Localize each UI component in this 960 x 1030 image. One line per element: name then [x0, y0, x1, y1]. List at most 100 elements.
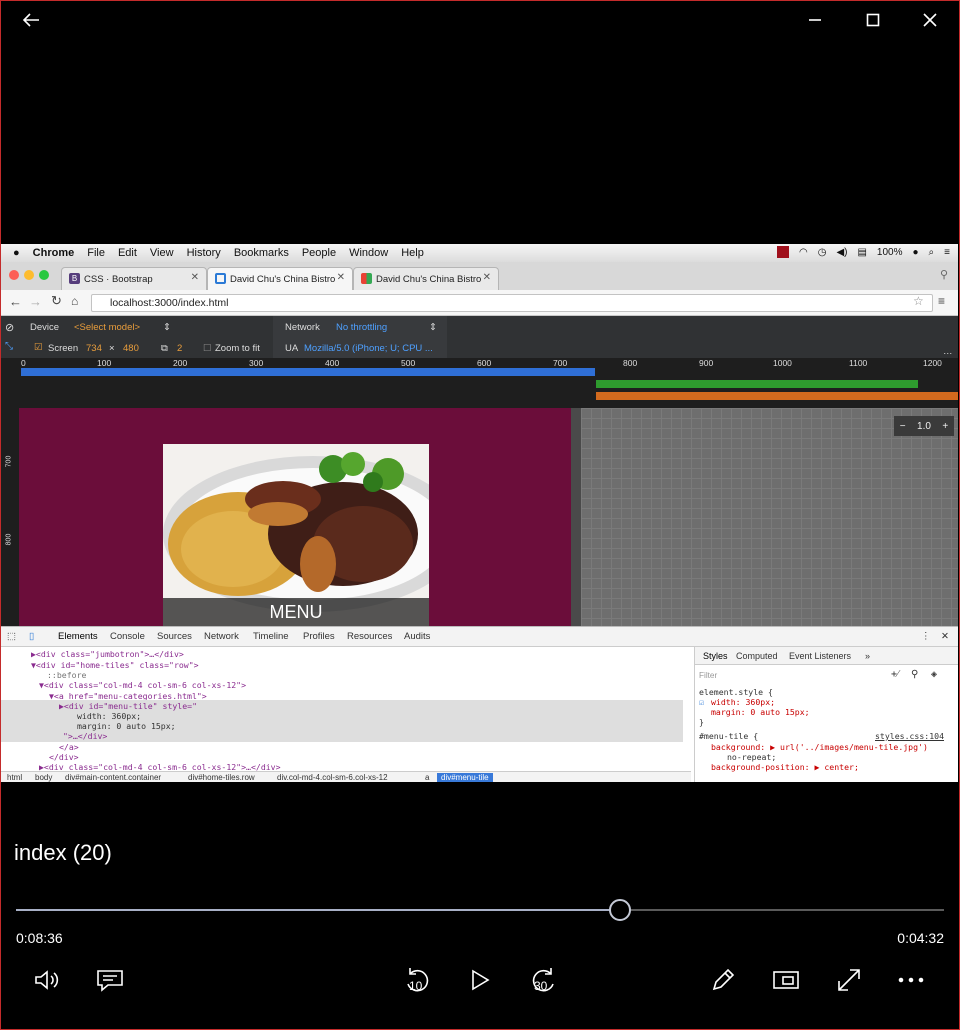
devtools-menu-icon[interactable]: ⋮ — [921, 631, 931, 642]
more-icon[interactable] — [893, 962, 929, 998]
css-rule-close: } — [699, 717, 704, 727]
tab-event-listeners[interactable]: Event Listeners — [789, 651, 851, 661]
tab-profiles[interactable]: Profiles — [303, 631, 335, 642]
zoom-out-button[interactable]: − — [900, 421, 906, 432]
css-property-editing[interactable]: margin: 0 auto 15px; — [711, 707, 810, 717]
styles-filter-input[interactable]: Filter — [699, 671, 717, 680]
more-emulation-icon[interactable]: … — [943, 346, 953, 357]
pin-icon[interactable]: ⚲ — [911, 669, 918, 680]
breadcrumb-item[interactable]: body — [35, 773, 52, 782]
css-property[interactable]: background: ▶ url('../images/menu-tile.j… — [711, 742, 928, 752]
zoom-to-fit-checkbox[interactable]: ☐ — [203, 343, 212, 354]
inspect-icon[interactable]: ⬚ — [7, 631, 16, 642]
dom-tree[interactable]: ▶<div class="jumbotron">…</div> ▼<div id… — [1, 647, 691, 772]
media-query-bar-green[interactable] — [596, 380, 918, 388]
breadcrumb-item[interactable]: div#home-tiles.row — [188, 773, 255, 782]
emulation-settings-icon[interactable]: ⤡ — [5, 341, 13, 352]
dom-node[interactable]: ▶<div class="jumbotron">…</div> — [31, 649, 184, 659]
tab-close-icon[interactable]: ✕ — [191, 272, 199, 283]
forward-icon[interactable]: → — [29, 294, 42, 309]
screen-checkbox[interactable]: ☑ — [34, 342, 43, 353]
more-tabs-icon[interactable]: » — [865, 651, 870, 661]
zoom-control[interactable]: − 1.0 + — [894, 416, 954, 436]
tab-styles[interactable]: Styles — [703, 651, 728, 661]
chrome-menu-icon[interactable]: ≡ — [938, 294, 945, 308]
breadcrumb-item[interactable]: html — [7, 773, 22, 782]
fullscreen-icon[interactable] — [831, 962, 867, 998]
breadcrumb-item[interactable]: div#main-content.container — [65, 773, 161, 782]
captions-icon[interactable] — [92, 962, 128, 998]
back-icon[interactable]: ← — [9, 294, 22, 309]
profile-icon[interactable]: ⚲ — [940, 268, 948, 281]
dom-node[interactable]: ">…</div> — [63, 731, 107, 741]
tab-resources[interactable]: Resources — [347, 631, 392, 642]
dom-node-selected[interactable]: ▶<div id="menu-tile" style=" — [59, 701, 197, 711]
tab-timeline[interactable]: Timeline — [253, 631, 289, 642]
emulated-page-viewport[interactable]: MENU — [19, 408, 571, 626]
seek-bar-thumb[interactable] — [609, 899, 631, 921]
tab-elements[interactable]: Elements — [58, 631, 98, 642]
resize-handle[interactable] — [571, 408, 581, 626]
dpr-input[interactable]: 2 — [177, 343, 182, 354]
reload-icon[interactable]: ↻ — [51, 293, 62, 309]
tab-close-icon[interactable]: ✕ — [337, 272, 345, 283]
zoom-in-button[interactable]: + — [942, 421, 948, 432]
css-property[interactable]: width: 360px; — [711, 697, 775, 707]
menu-tile-label[interactable]: MENU — [163, 598, 429, 626]
tab-audits[interactable]: Audits — [404, 631, 430, 642]
dom-node[interactable]: ▼<div id="home-tiles" class="row"> — [31, 660, 199, 670]
device-select[interactable]: <Select model> — [74, 322, 140, 333]
volume-icon[interactable] — [29, 962, 65, 998]
css-source-link[interactable]: styles.css:104 — [875, 731, 944, 741]
media-query-bar-blue[interactable] — [21, 368, 595, 376]
bookmark-star-icon[interactable]: ☆ — [913, 294, 924, 308]
network-select[interactable]: No throttling — [336, 322, 387, 333]
home-icon[interactable]: ⌂ — [71, 294, 78, 308]
seek-bar-progress — [16, 909, 620, 911]
tab-close-icon[interactable]: ✕ — [483, 272, 491, 283]
tab-console[interactable]: Console — [110, 631, 145, 642]
dropdown-chevron-icon: ⇕ — [163, 322, 171, 333]
breadcrumb-item-selected[interactable]: div#menu-tile — [437, 773, 493, 782]
tab-sources[interactable]: Sources — [157, 631, 192, 642]
skip-back-label: 10 — [409, 979, 423, 993]
tab-computed[interactable]: Computed — [736, 651, 778, 661]
device-mode-icon[interactable]: ▯ — [29, 631, 34, 642]
play-icon[interactable] — [462, 962, 498, 998]
screen-height-input[interactable]: 480 — [123, 343, 139, 354]
ua-input[interactable]: Mozilla/5.0 (iPhone; U; CPU ... — [304, 343, 433, 354]
minimize-icon[interactable] — [801, 6, 829, 34]
dom-node[interactable]: ▼<div class="col-md-4 col-sm-6 col-xs-12… — [39, 680, 246, 690]
breadcrumb-item[interactable]: a — [425, 773, 429, 782]
url-input[interactable]: localhost:3000/index.html — [91, 294, 933, 312]
breadcrumb-item[interactable]: div.col-md-4.col-sm-6.col-xs-12 — [277, 773, 388, 782]
color-format-icon[interactable]: ◈ — [931, 669, 937, 680]
tab-network[interactable]: Network — [204, 631, 239, 642]
menu-tile[interactable]: MENU — [163, 444, 429, 626]
dom-node[interactable]: </div> — [49, 752, 79, 762]
browser-tab-china-bistro-active[interactable]: David Chu's China Bistro ✕ — [207, 267, 353, 290]
close-dot-icon[interactable] — [9, 270, 19, 280]
maximize-icon[interactable] — [859, 6, 887, 34]
browser-tab-bootstrap[interactable]: B CSS · Bootstrap ✕ — [61, 267, 207, 290]
dom-node[interactable]: ::before — [47, 670, 86, 680]
dom-node[interactable]: </a> — [59, 742, 79, 752]
zoom-value: 1.0 — [917, 420, 931, 432]
css-property[interactable]: background-position: ▶ center; — [711, 762, 859, 772]
video-frame[interactable]: ● Chrome File Edit View History Bookmark… — [1, 244, 958, 782]
property-checkbox[interactable]: ☑ — [699, 697, 704, 707]
mini-view-icon[interactable] — [768, 962, 804, 998]
close-icon[interactable] — [916, 6, 944, 34]
zoom-dot-icon[interactable] — [39, 270, 49, 280]
media-query-bar-orange[interactable] — [596, 392, 958, 400]
no-emulation-icon[interactable]: ⊘ — [5, 321, 14, 334]
back-arrow-icon[interactable] — [17, 6, 45, 34]
ruler-label: 200 — [173, 358, 188, 368]
minimize-dot-icon[interactable] — [24, 270, 34, 280]
devtools-close-icon[interactable]: ✕ — [941, 631, 949, 642]
screen-width-input[interactable]: 734 — [86, 343, 102, 354]
new-rule-icon[interactable]: +⁄ — [891, 669, 899, 680]
edit-icon[interactable] — [705, 962, 741, 998]
browser-tab-china-bistro[interactable]: David Chu's China Bistro ✕ — [353, 267, 499, 290]
network-label: Network — [285, 322, 320, 333]
